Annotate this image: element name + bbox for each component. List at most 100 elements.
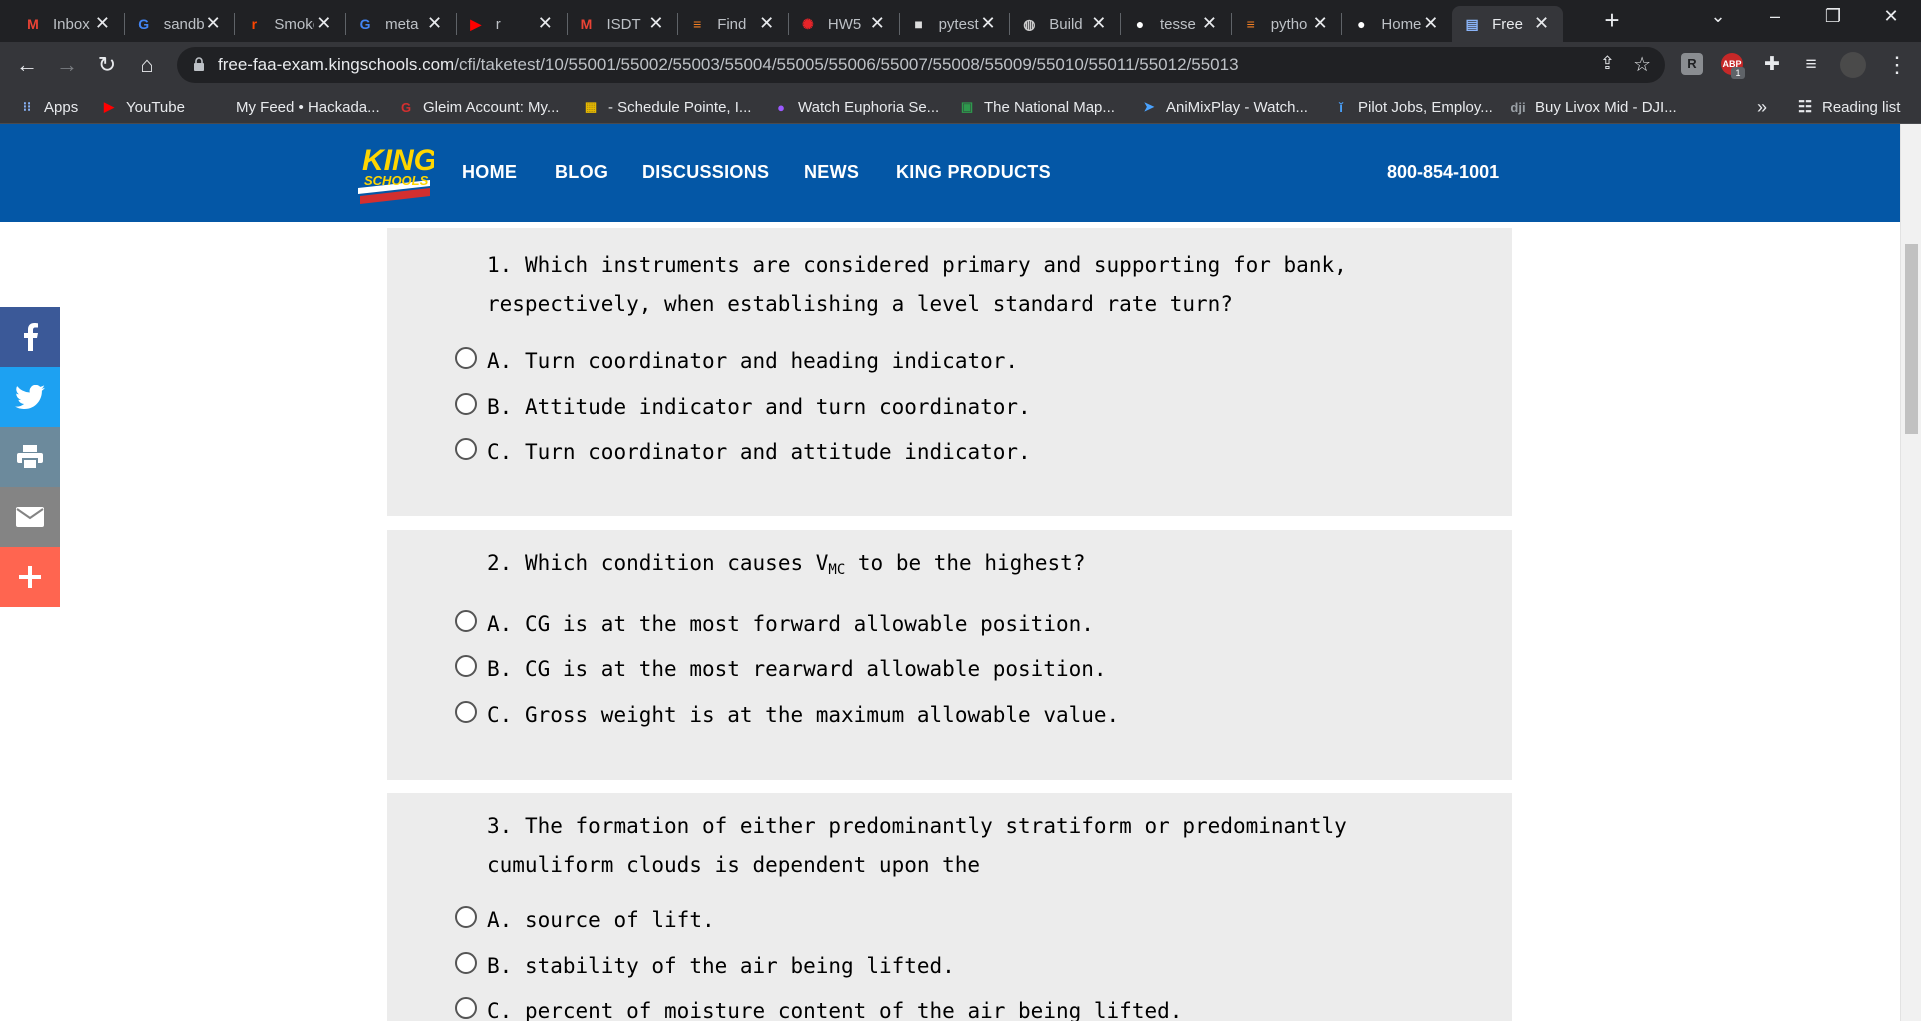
- page-viewport: KING SCHOOLS HOME BLOG DISCUSSIONS NEWS …: [0, 124, 1900, 1021]
- browser-tab[interactable]: ≡ Find ✕: [677, 6, 788, 42]
- option-3a[interactable]: A. source of lift.: [455, 906, 715, 932]
- radio-button[interactable]: [455, 347, 477, 369]
- king-schools-logo[interactable]: KING SCHOOLS: [356, 136, 437, 208]
- radio-button[interactable]: [455, 438, 477, 460]
- media-queue-icon[interactable]: ≡: [1796, 50, 1826, 80]
- browser-tab[interactable]: ✺ HW5 ✕: [788, 6, 899, 42]
- menu-kebab-icon[interactable]: ⋮: [1882, 50, 1912, 80]
- phone-number[interactable]: 800-854-1001: [1387, 162, 1499, 183]
- share-email-button[interactable]: [0, 487, 60, 547]
- option-1b[interactable]: B. Attitude indicator and turn coordinat…: [455, 393, 1031, 419]
- restore-button[interactable]: ❐: [1818, 6, 1848, 27]
- option-3b[interactable]: B. stability of the air being lifted.: [455, 952, 955, 978]
- option-3c[interactable]: C. percent of moisture content of the ai…: [455, 997, 1182, 1021]
- tab-close-icon[interactable]: ✕: [870, 13, 885, 34]
- browser-tab[interactable]: Gsandbox✕: [124, 6, 235, 42]
- radio-button[interactable]: [455, 701, 477, 723]
- tab-close-icon[interactable]: ✕: [316, 13, 331, 34]
- address-bar[interactable]: free-faa-exam.kingschools.com/cfi/takete…: [177, 47, 1665, 83]
- option-text: CG is at the most forward allowable posi…: [524, 612, 1094, 636]
- logo-schools-text: SCHOOLS: [364, 173, 429, 188]
- share-icon[interactable]: ⇪: [1600, 53, 1615, 74]
- more-bookmarks-chevron-icon[interactable]: »: [1757, 96, 1767, 118]
- bookmark-item[interactable]: ▦ - Schedule Pointe, I...: [582, 96, 752, 118]
- bookmark-item[interactable]: ➤ AniMixPlay - Watch...: [1140, 96, 1308, 118]
- puzzle-extensions-icon[interactable]: ✚: [1757, 50, 1787, 80]
- close-window-button[interactable]: ✕: [1876, 6, 1906, 27]
- option-2a[interactable]: A. CG is at the most forward allowable p…: [455, 610, 1094, 636]
- tab-close-icon[interactable]: ✕: [648, 13, 663, 34]
- bookmark-item[interactable]: ⁝⁝ Apps: [18, 96, 78, 118]
- bookmark-star-icon[interactable]: ☆: [1633, 52, 1651, 77]
- tab-close-icon[interactable]: ✕: [95, 13, 110, 34]
- google-icon: G: [359, 16, 371, 32]
- browser-tab[interactable]: M ISDT ✕: [567, 6, 678, 42]
- profile-avatar[interactable]: [1840, 52, 1866, 78]
- page-scrollbar[interactable]: [1900, 124, 1921, 1021]
- share-facebook-button[interactable]: [0, 307, 60, 367]
- option-1a[interactable]: A. Turn coordinator and heading indicato…: [455, 347, 1018, 373]
- radio-button[interactable]: [455, 952, 477, 974]
- option-text: Gross weight is at the maximum allowable…: [524, 703, 1120, 727]
- bookmark-item[interactable]: ▣ The National Map...: [958, 96, 1115, 118]
- tab-close-icon[interactable]: ✕: [1202, 13, 1217, 34]
- radio-button[interactable]: [455, 906, 477, 928]
- browser-tab[interactable]: ▤ Free ✕: [1452, 6, 1564, 42]
- radio-button[interactable]: [455, 655, 477, 677]
- euphoria-icon: ●: [777, 99, 785, 115]
- browser-tab[interactable]: ◍ Build ✕: [1009, 6, 1120, 42]
- tab-search-chevron-icon[interactable]: ⌄: [1703, 6, 1733, 27]
- bookmark-label: The National Map...: [984, 98, 1115, 116]
- tab-separator: [123, 13, 125, 35]
- forward-arrow-icon[interactable]: →: [52, 50, 82, 80]
- tab-close-icon[interactable]: ✕: [981, 13, 996, 34]
- browser-tab[interactable]: M Inbox ✕: [13, 6, 124, 42]
- browser-tab[interactable]: ≡ pytho ✕: [1231, 6, 1342, 42]
- radio-button[interactable]: [455, 610, 477, 632]
- back-arrow-icon[interactable]: ←: [12, 50, 42, 80]
- nav-home[interactable]: HOME: [462, 162, 517, 183]
- tab-close-icon[interactable]: ✕: [759, 13, 774, 34]
- option-1c[interactable]: C. Turn coordinator and attitude indicat…: [455, 438, 1031, 464]
- nav-blog[interactable]: BLOG: [555, 162, 608, 183]
- extension-r-icon[interactable]: R: [1681, 53, 1703, 75]
- tab-close-icon[interactable]: ✕: [427, 13, 442, 34]
- browser-tab[interactable]: ▶ r ✕: [456, 6, 567, 42]
- tab-close-icon[interactable]: ✕: [1313, 13, 1328, 34]
- option-2c[interactable]: C. Gross weight is at the maximum allowa…: [455, 701, 1120, 727]
- tab-close-icon[interactable]: ✕: [1423, 13, 1438, 34]
- option-2b[interactable]: B. CG is at the most rearward allowable …: [455, 655, 1107, 681]
- new-tab-button[interactable]: +: [1598, 6, 1626, 36]
- browser-tab[interactable]: r Smoke✕: [234, 6, 345, 42]
- bookmark-item[interactable]: G Gleim Account: My...: [397, 96, 560, 118]
- tab-close-icon[interactable]: ✕: [1091, 13, 1106, 34]
- radio-button[interactable]: [455, 393, 477, 415]
- bookmark-label: AniMixPlay - Watch...: [1166, 98, 1308, 116]
- reading-list-button[interactable]: ☷ Reading list: [1796, 96, 1901, 118]
- option-text: Turn coordinator and attitude indicator.: [524, 440, 1031, 464]
- bookmark-item[interactable]: ● Watch Euphoria Se...: [772, 96, 939, 118]
- nav-king-products[interactable]: KING PRODUCTS: [896, 162, 1051, 183]
- reload-icon[interactable]: ↻: [92, 50, 122, 80]
- bookmark-item[interactable]: ▶ YouTube: [100, 96, 185, 118]
- question-text-line: respectively, when establishing a level …: [487, 292, 1233, 316]
- browser-tab[interactable]: ● tesse ✕: [1120, 6, 1231, 42]
- tab-close-icon[interactable]: ✕: [538, 13, 553, 34]
- bookmark-item[interactable]: My Feed • Hackada...: [210, 96, 380, 118]
- share-print-button[interactable]: [0, 427, 60, 487]
- tab-close-icon[interactable]: ✕: [1534, 13, 1549, 34]
- tab-close-icon[interactable]: ✕: [206, 13, 221, 34]
- browser-tab[interactable]: ● Home ✕: [1341, 6, 1452, 42]
- minimize-button[interactable]: –: [1760, 6, 1790, 27]
- bookmark-item[interactable]: dji Buy Livox Mid - DJI...: [1509, 96, 1676, 118]
- home-icon[interactable]: ⌂: [132, 50, 162, 80]
- share-more-button[interactable]: [0, 547, 60, 607]
- browser-tab[interactable]: Gmeta ✕: [345, 6, 456, 42]
- radio-button[interactable]: [455, 997, 477, 1019]
- bookmark-item[interactable]: ǐ Pilot Jobs, Employ...: [1332, 96, 1493, 118]
- scrollbar-thumb[interactable]: [1905, 244, 1918, 434]
- browser-tab[interactable]: ■ pytest ✕: [899, 6, 1010, 42]
- nav-discussions[interactable]: DISCUSSIONS: [642, 162, 769, 183]
- share-twitter-button[interactable]: [0, 367, 60, 427]
- nav-news[interactable]: NEWS: [804, 162, 859, 183]
